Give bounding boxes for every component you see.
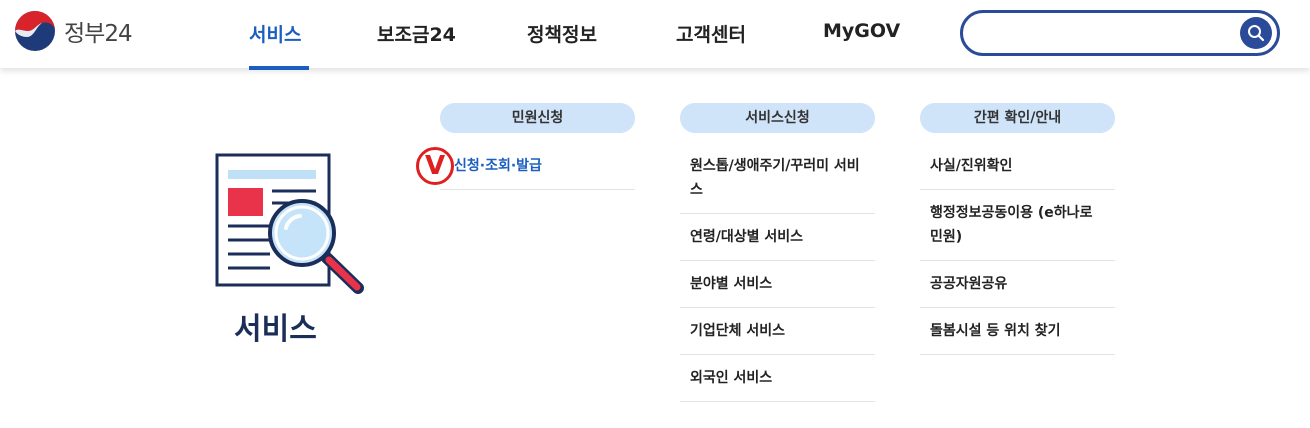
list-item[interactable]: 원스톱/생애주기/꾸러미 서비스 <box>680 143 875 214</box>
list-item[interactable]: 분야별 서비스 <box>680 261 875 308</box>
page-title: 서비스 <box>234 312 317 347</box>
search-box <box>960 10 1280 56</box>
nav-services[interactable]: 서비스 <box>249 20 301 47</box>
list-item[interactable]: 연령/대상별 서비스 <box>680 214 875 261</box>
logo[interactable]: 정부24 <box>14 10 133 52</box>
column-list: 원스톱/생애주기/꾸러미 서비스 연령/대상별 서비스 분야별 서비스 기업단체… <box>680 143 875 402</box>
column-quick-check: 간편 확인/안내 사실/진위확인 행정정보공동이용 (e하나로민원) 공공자원공… <box>920 103 1115 355</box>
column-service-apply: 서비스신청 원스톱/생애주기/꾸러미 서비스 연령/대상별 서비스 분야별 서비… <box>680 103 875 402</box>
list-item[interactable]: 사실/진위확인 <box>920 143 1115 190</box>
search-icon <box>1248 25 1265 42</box>
list-item[interactable]: 외국인 서비스 <box>680 355 875 402</box>
active-tab-indicator <box>249 66 309 70</box>
column-civil-petition: 민원신청 V 신청·조회·발급 <box>416 103 635 190</box>
search-input[interactable] <box>979 21 1239 45</box>
check-marker-icon: V <box>416 147 454 185</box>
nav-subsidy[interactable]: 보조금24 <box>377 20 456 47</box>
search-button[interactable] <box>1240 17 1272 49</box>
government-emblem-icon <box>15 11 55 51</box>
column-heading: 민원신청 <box>440 103 635 133</box>
header: 정부24 서비스 보조금24 정책정보 고객센터 MyGOV <box>0 0 1310 70</box>
list-item[interactable]: 돌봄시설 등 위치 찾기 <box>920 308 1115 355</box>
column-list: V 신청·조회·발급 <box>416 143 635 190</box>
list-item[interactable]: 행정정보공동이용 (e하나로민원) <box>920 190 1115 261</box>
document-search-icon <box>215 153 364 294</box>
list-item-apply-inquire-issue[interactable]: V 신청·조회·발급 <box>416 143 635 190</box>
nav-mygov[interactable]: MyGOV <box>823 20 900 42</box>
column-heading: 서비스신청 <box>680 103 875 133</box>
logo-text: 정부24 <box>64 21 133 47</box>
nav-policy[interactable]: 정책정보 <box>527 20 597 47</box>
list-item-label: 신청·조회·발급 <box>454 158 542 174</box>
list-item[interactable]: 기업단체 서비스 <box>680 308 875 355</box>
services-illustration <box>210 148 370 302</box>
nav-customer-center[interactable]: 고객센터 <box>676 20 746 47</box>
list-item[interactable]: 공공자원공유 <box>920 261 1115 308</box>
column-heading: 간편 확인/안내 <box>920 103 1115 133</box>
column-list: 사실/진위확인 행정정보공동이용 (e하나로민원) 공공자원공유 돌봄시설 등 … <box>920 143 1115 355</box>
